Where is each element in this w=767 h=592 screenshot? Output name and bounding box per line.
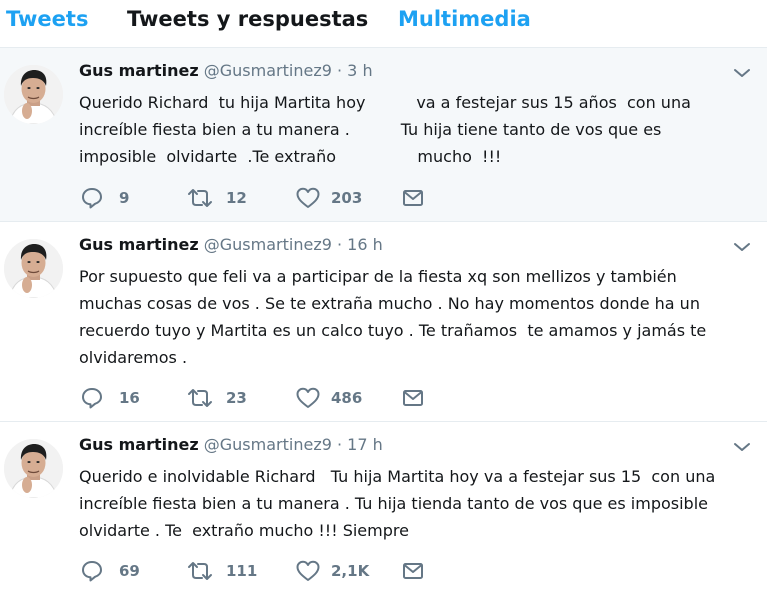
like-count: 203	[331, 189, 363, 207]
tab-tweets[interactable]: Tweets	[6, 7, 88, 31]
author-name[interactable]: Gus martinez	[79, 61, 199, 80]
reply-icon	[82, 388, 102, 409]
retweet-icon	[188, 389, 212, 407]
tweet[interactable]: Gus martinez @Gusmartinez9 · 16 h Por su…	[0, 221, 767, 422]
author-name[interactable]: Gus martinez	[79, 435, 199, 454]
tweet-header: Gus martinez @Gusmartinez9 · 17 h	[79, 435, 383, 454]
chevron-down-icon[interactable]	[733, 441, 751, 453]
chevron-down-icon[interactable]	[733, 241, 751, 253]
retweet-count: 12	[226, 189, 247, 207]
avatar[interactable]	[4, 439, 63, 498]
tweet-text-line: Por supuesto que feli va a participar de…	[79, 267, 677, 286]
author-handle: @Gusmartinez9	[203, 435, 332, 454]
envelope-icon	[403, 190, 423, 206]
tweet-header: Gus martinez @Gusmartinez9 · 16 h	[79, 235, 383, 254]
author-handle: @Gusmartinez9	[203, 61, 332, 80]
chevron-down-icon[interactable]	[733, 67, 751, 79]
heart-icon	[296, 560, 320, 581]
tweet-text-line: Querido e inolvidable Richard Tu hija Ma…	[79, 467, 716, 486]
author-name[interactable]: Gus martinez	[79, 235, 199, 254]
retweet-count: 111	[226, 562, 258, 580]
avatar[interactable]	[4, 65, 63, 124]
tweet-text-line: imposible olvidarte .Te extraño mucho !!…	[79, 147, 502, 166]
retweet-icon	[188, 562, 212, 580]
tweet-actions: 69 111 2,1K	[80, 558, 440, 584]
retweet-count: 23	[226, 389, 247, 407]
profile-tabs: Tweets Tweets y respuestas Multimedia	[0, 0, 767, 44]
separator-dot: ·	[336, 435, 343, 454]
tweet-timestamp[interactable]: 3 h	[347, 61, 372, 80]
separator-dot: ·	[336, 235, 343, 254]
tweet-text-line: recuerdo tuyo y Martita es un calco tuyo…	[79, 321, 707, 340]
reply-icon	[82, 561, 102, 582]
tweet-timestamp[interactable]: 16 h	[347, 235, 383, 254]
tweet-text: Querido e inolvidable Richard Tu hija Ma…	[79, 463, 715, 544]
reply-icon	[82, 188, 102, 209]
tweet-text-line: Querido Richard tu hija Martita hoy va a…	[79, 93, 691, 112]
reply-count: 69	[119, 562, 140, 580]
tweet-actions: 9 12 203	[80, 185, 440, 211]
retweet-icon	[188, 189, 212, 207]
tweet-text-line: increíble fiesta bien a tu manera . Tu h…	[79, 120, 662, 139]
tweet-text-line: muchas cosas de vos . Se te extraña much…	[79, 294, 700, 313]
tweet-text: Querido Richard tu hija Martita hoy va a…	[79, 89, 691, 170]
tweet-text-line: increíble fiesta bien a tu manera . Tu h…	[79, 494, 708, 513]
author-handle: @Gusmartinez9	[203, 235, 332, 254]
like-count: 486	[331, 389, 363, 407]
tweet-header: Gus martinez @Gusmartinez9 · 3 h	[79, 61, 373, 80]
reply-count: 9	[119, 189, 130, 207]
tweet-text: Por supuesto que feli va a participar de…	[79, 263, 706, 371]
tweet-text-line: olvidaremos .	[79, 348, 188, 367]
tweet-timestamp[interactable]: 17 h	[347, 435, 383, 454]
tweet[interactable]: Gus martinez @Gusmartinez9 · 3 h Querido…	[0, 47, 767, 222]
envelope-icon	[403, 390, 423, 406]
separator-dot: ·	[336, 61, 343, 80]
heart-icon	[296, 187, 320, 208]
tweet-text-line: olvidarte . Te extraño mucho !!! Siempre	[79, 521, 409, 540]
tab-tweets-and-replies[interactable]: Tweets y respuestas	[127, 7, 368, 31]
avatar[interactable]	[4, 239, 63, 298]
reply-count: 16	[119, 389, 140, 407]
like-count: 2,1K	[331, 562, 370, 580]
tweet-actions: 16 23 486	[80, 385, 440, 411]
tab-multimedia[interactable]: Multimedia	[398, 7, 531, 31]
tweet[interactable]: Gus martinez @Gusmartinez9 · 17 h Querid…	[0, 421, 767, 592]
envelope-icon	[403, 563, 423, 579]
heart-icon	[296, 387, 320, 408]
